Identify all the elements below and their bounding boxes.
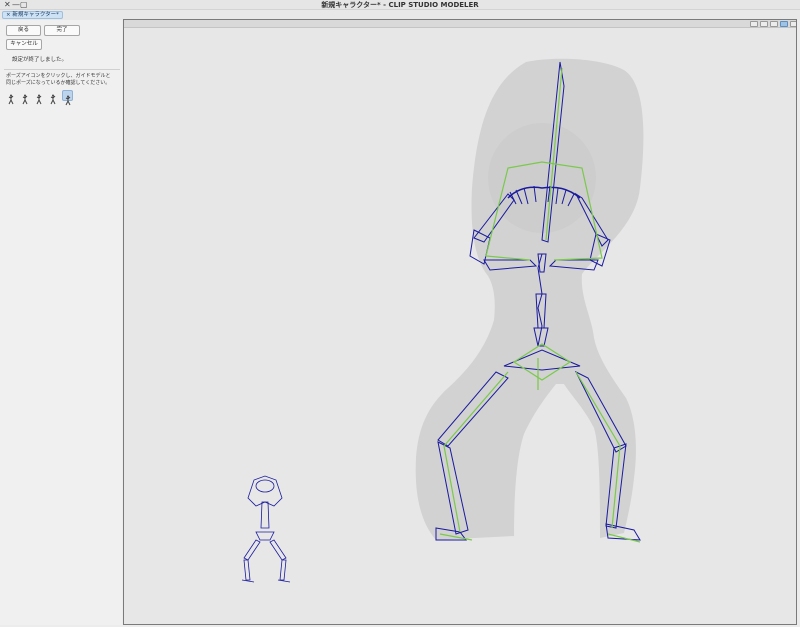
tab-document[interactable]: × 新規キャラクター* (2, 11, 63, 19)
tab-close-icon[interactable]: × (6, 12, 11, 18)
pose-2-icon[interactable] (20, 90, 31, 105)
instruction-line-2: 同じポーズになっているか確認してください。 (6, 80, 111, 86)
small-torso (260, 501, 270, 529)
small-pelvis (255, 531, 275, 541)
divider (4, 69, 120, 70)
small-right-leg (269, 539, 287, 561)
small-reference-skeleton[interactable] (241, 475, 291, 583)
instruction-line-1: ポーズアイコンをクリックし、ガイドモデルと (6, 73, 111, 79)
view-bone-icon[interactable] (780, 21, 788, 27)
small-arms (247, 475, 283, 507)
small-left-leg (243, 539, 261, 561)
setup-panel: 戻る 完了 キャンセル 設定が終了しました。 ポーズアイコンをクリックし、ガイド… (0, 20, 122, 625)
back-button[interactable]: 戻る (6, 25, 41, 36)
view-layout-icon[interactable] (760, 21, 768, 27)
title-bar: ✕ — ▢ 新規キャラクター* - CLIP STUDIO MODELER (0, 0, 800, 10)
scene-canvas[interactable] (124, 28, 797, 625)
small-left-shin (243, 559, 251, 581)
pose-1-icon[interactable] (6, 90, 17, 105)
guide-head-silhouette (488, 123, 596, 233)
small-right-shin (279, 559, 287, 581)
tab-label: 新規キャラクター* (12, 12, 59, 18)
small-head (255, 479, 275, 493)
viewport-toolbar (124, 20, 796, 28)
view-fit-icon[interactable] (790, 21, 796, 27)
instruction-text: ポーズアイコンをクリックし、ガイドモデルと 同じポーズになっているか確認してくだ… (6, 73, 118, 87)
done-button[interactable]: 完了 (44, 25, 80, 36)
pose-3-icon[interactable] (34, 90, 45, 105)
pose-5-icon[interactable] (62, 90, 73, 106)
3d-viewport[interactable] (123, 19, 797, 625)
view-grid-icon[interactable] (750, 21, 758, 27)
cancel-button[interactable]: キャンセル (6, 39, 42, 50)
window-title: 新規キャラクター* - CLIP STUDIO MODELER (321, 1, 479, 9)
pose-4-icon[interactable] (48, 90, 59, 105)
view-toggle-icon[interactable] (770, 21, 778, 27)
status-text: 設定が終了しました。 (12, 57, 68, 63)
